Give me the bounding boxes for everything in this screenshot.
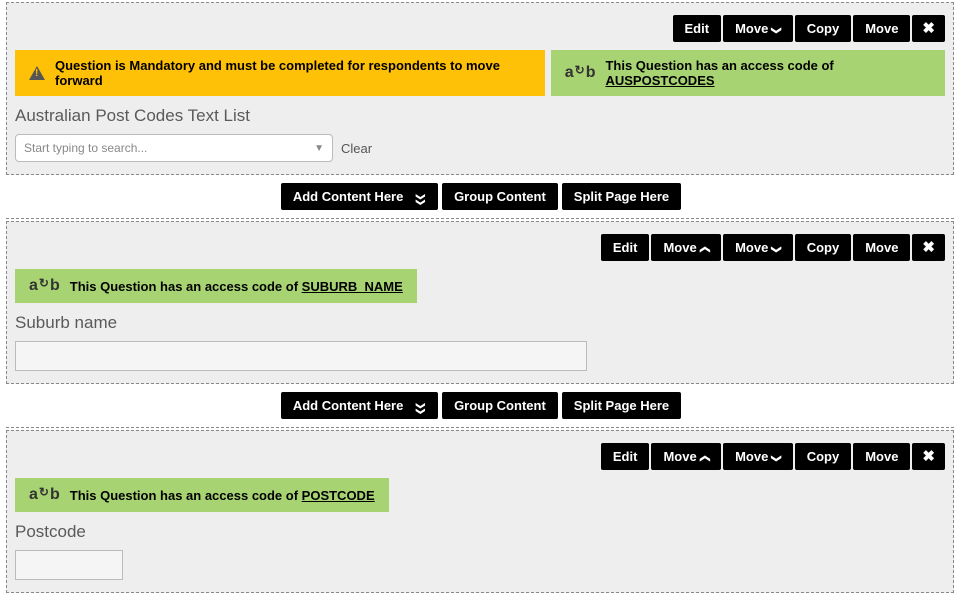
close-button[interactable]: ✖ xyxy=(912,15,945,42)
close-button[interactable]: ✖ xyxy=(912,234,945,261)
mandatory-banner: Question is Mandatory and must be comple… xyxy=(15,50,545,96)
move-down-button[interactable]: Move xyxy=(723,15,793,42)
search-row: Start typing to search... ▼ Clear xyxy=(15,134,945,162)
access-code-banner: a↻b This Question has an access code of … xyxy=(15,478,389,512)
question-toolbar: Edit Move Copy Move ✖ xyxy=(15,11,945,50)
question-section-1: Edit Move Copy Move ✖ Question is Mandat… xyxy=(6,2,954,175)
banner-row: a↻b This Question has an access code of … xyxy=(15,478,945,512)
move-down-button[interactable]: Move xyxy=(723,234,793,261)
split-page-button[interactable]: Split Page Here xyxy=(562,183,681,210)
access-code-icon: a↻b xyxy=(565,64,596,82)
chevron-up-icon xyxy=(701,241,709,255)
mandatory-text: Question is Mandatory and must be comple… xyxy=(55,58,531,88)
access-code-text: This Question has an access code of SUBU… xyxy=(70,279,403,294)
edit-button[interactable]: Edit xyxy=(601,443,650,470)
insert-actions-row: Add Content Here Group Content Split Pag… xyxy=(6,175,954,219)
access-code-banner: a↻b This Question has an access code of … xyxy=(551,50,945,96)
move-button[interactable]: Move xyxy=(853,443,910,470)
question-toolbar: Edit Move Move Copy Move ✖ xyxy=(15,230,945,269)
question-section-2: Edit Move Move Copy Move ✖ a↻b This Ques… xyxy=(6,221,954,384)
banner-row: Question is Mandatory and must be comple… xyxy=(15,50,945,96)
copy-button[interactable]: Copy xyxy=(795,443,852,470)
access-code-text: This Question has an access code of POST… xyxy=(70,488,375,503)
question-section-3: Edit Move Move Copy Move ✖ a↻b This Ques… xyxy=(6,430,954,593)
access-code-text: This Question has an access code of AUSP… xyxy=(605,58,931,88)
question-title: Postcode xyxy=(15,522,945,542)
question-title: Australian Post Codes Text List xyxy=(15,106,945,126)
access-code-banner: a↻b This Question has an access code of … xyxy=(15,269,417,303)
close-icon: ✖ xyxy=(922,241,935,254)
search-placeholder: Start typing to search... xyxy=(24,141,147,155)
close-icon: ✖ xyxy=(922,450,935,463)
access-code-link[interactable]: SUBURB_NAME xyxy=(302,279,403,294)
insert-actions-row: Add Content Here Group Content Split Pag… xyxy=(6,384,954,428)
clear-link[interactable]: Clear xyxy=(341,141,372,156)
access-code-link[interactable]: AUSPOSTCODES xyxy=(605,73,714,88)
chevron-down-icon xyxy=(772,241,780,255)
chevron-down-icon xyxy=(772,22,780,36)
double-chevron-down-icon xyxy=(415,398,426,413)
move-button[interactable]: Move xyxy=(853,234,910,261)
copy-button[interactable]: Copy xyxy=(795,234,852,261)
edit-button[interactable]: Edit xyxy=(601,234,650,261)
chevron-up-icon xyxy=(701,450,709,464)
group-content-button[interactable]: Group Content xyxy=(442,183,558,210)
move-up-button[interactable]: Move xyxy=(651,234,721,261)
suburb-name-input[interactable] xyxy=(15,341,587,371)
move-down-button[interactable]: Move xyxy=(723,443,793,470)
caret-down-icon: ▼ xyxy=(314,143,324,154)
close-button[interactable]: ✖ xyxy=(912,443,945,470)
add-content-button[interactable]: Add Content Here xyxy=(281,392,438,419)
close-icon: ✖ xyxy=(922,22,935,35)
move-button[interactable]: Move xyxy=(853,15,910,42)
double-chevron-down-icon xyxy=(415,189,426,204)
copy-button[interactable]: Copy xyxy=(795,15,852,42)
access-code-link[interactable]: POSTCODE xyxy=(302,488,375,503)
move-up-button[interactable]: Move xyxy=(651,443,721,470)
question-title: Suburb name xyxy=(15,313,945,333)
access-code-icon: a↻b xyxy=(29,277,60,295)
split-page-button[interactable]: Split Page Here xyxy=(562,392,681,419)
access-code-icon: a↻b xyxy=(29,486,60,504)
warning-icon xyxy=(29,66,45,80)
group-content-button[interactable]: Group Content xyxy=(442,392,558,419)
edit-button[interactable]: Edit xyxy=(673,15,722,42)
banner-row: a↻b This Question has an access code of … xyxy=(15,269,945,303)
chevron-down-icon xyxy=(772,450,780,464)
question-toolbar: Edit Move Move Copy Move ✖ xyxy=(15,439,945,478)
add-content-button[interactable]: Add Content Here xyxy=(281,183,438,210)
postcode-input[interactable] xyxy=(15,550,123,580)
search-combobox[interactable]: Start typing to search... ▼ xyxy=(15,134,333,162)
